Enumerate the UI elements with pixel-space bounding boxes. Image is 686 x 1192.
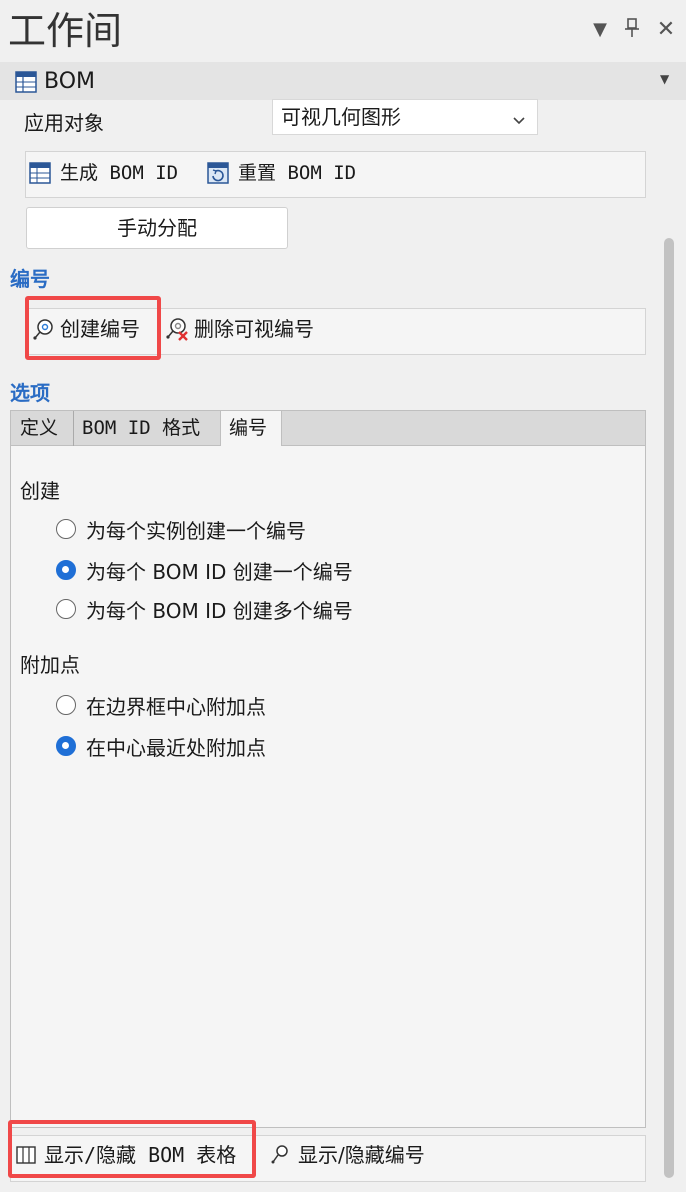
show-hide-numbers-label: 显示/隐藏编号 — [298, 1143, 425, 1167]
radio-label: 在中心最近处附加点 — [86, 735, 266, 760]
manual-assign-button[interactable]: 手动分配 — [26, 207, 288, 249]
tab-numbering[interactable]: 编号 — [220, 411, 282, 447]
radio-button[interactable] — [56, 736, 76, 756]
highlight-box-show-hide-table — [8, 1120, 256, 1178]
bom-section-header[interactable] — [0, 62, 686, 100]
delete-visible-number-button[interactable]: 删除可视编号 — [164, 313, 314, 345]
radio-multiple-per-bom-id[interactable]: 为每个 BOM ID 创建多个编号 — [56, 594, 353, 624]
balloon-pin-icon — [271, 1145, 288, 1164]
radio-button[interactable] — [56, 695, 76, 715]
apply-to-select[interactable]: 可视几何图形 — [272, 99, 538, 135]
tab-content-panel — [10, 446, 646, 1128]
radio-label: 为每个 BOM ID 创建多个编号 — [86, 598, 353, 623]
radio-one-per-bom-id[interactable]: 为每个 BOM ID 创建一个编号 — [56, 555, 353, 585]
radio-button[interactable] — [56, 599, 76, 619]
tab-bom-id-format[interactable]: BOM ID 格式 — [74, 411, 208, 446]
radio-label: 为每个实例创建一个编号 — [86, 518, 306, 543]
attach-point-group-label: 附加点 — [20, 653, 80, 677]
reset-bom-id-button[interactable]: 重置 BOM ID — [206, 158, 356, 188]
options-section-title: 选项 — [10, 381, 50, 405]
apply-to-label: 应用对象 — [24, 111, 104, 135]
table-icon — [15, 71, 37, 93]
generate-table-icon — [29, 162, 51, 184]
highlight-box-create-number — [25, 296, 161, 360]
radio-attach-bbox-center[interactable]: 在边界框中心附加点 — [56, 690, 266, 720]
pin-icon[interactable] — [620, 18, 644, 42]
radio-label: 为每个 BOM ID 创建一个编号 — [86, 559, 353, 584]
show-hide-numbers-button[interactable]: 显示/隐藏编号 — [270, 1139, 425, 1171]
bom-section-label: BOM — [44, 69, 96, 94]
radio-attach-nearest-center[interactable]: 在中心最近处附加点 — [56, 731, 266, 761]
close-icon[interactable]: ✕ — [654, 18, 678, 42]
collapse-caret-icon[interactable]: ▼ — [660, 72, 669, 86]
chevron-down-icon — [509, 106, 529, 126]
radio-button[interactable] — [56, 560, 76, 580]
delete-visible-number-label: 删除可视编号 — [194, 317, 314, 341]
triangle-down-icon[interactable]: ▼ — [588, 18, 612, 42]
reset-table-icon — [207, 162, 229, 184]
delete-balloon-icon — [166, 318, 188, 341]
generate-bom-id-button[interactable]: 生成 BOM ID — [28, 158, 178, 188]
tab-define[interactable]: 定义 — [12, 411, 74, 446]
generate-bom-id-label: 生成 BOM ID — [60, 162, 179, 184]
reset-bom-id-label: 重置 BOM ID — [238, 162, 357, 184]
window-title: 工作间 — [8, 9, 123, 53]
radio-button[interactable] — [56, 519, 76, 539]
apply-to-selected-value: 可视几何图形 — [281, 105, 401, 129]
radio-one-per-instance[interactable]: 为每个实例创建一个编号 — [56, 514, 306, 544]
create-group-label: 创建 — [20, 479, 60, 503]
radio-label: 在边界框中心附加点 — [86, 694, 266, 719]
numbering-section-title: 编号 — [10, 267, 50, 291]
scrollbar-thumb[interactable] — [664, 238, 674, 1178]
